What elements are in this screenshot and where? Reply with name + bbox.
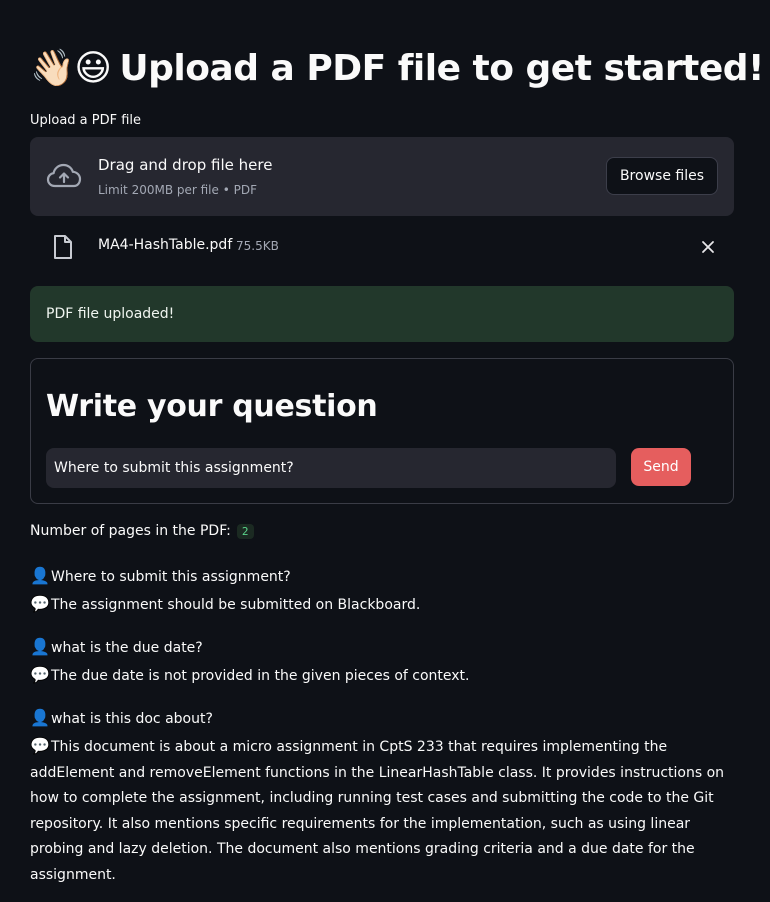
uploaded-file-row: MA4-HashTable.pdf 75.5KB (30, 230, 734, 264)
speech-bubble-emoji: 💬 (30, 593, 50, 613)
answer-text: The assignment should be submitted on Bl… (51, 596, 421, 613)
pages-value-badge: 2 (236, 523, 254, 539)
upload-label: Upload a PDF file (30, 113, 142, 128)
pages-label: Number of pages in the PDF: (30, 523, 231, 539)
bot-answer: 💬This document is about a micro assignme… (30, 733, 730, 889)
file-dropzone[interactable]: Drag and drop file here Limit 200MB per … (30, 137, 734, 216)
uploaded-file-size: 75.5KB (236, 239, 279, 253)
upload-success-alert: PDF file uploaded! (30, 286, 734, 342)
user-question: 👤what is this doc about? (30, 705, 730, 733)
pdf-page-count: Number of pages in the PDF: 2 (30, 523, 254, 539)
question-form: Write your question Send (30, 358, 734, 504)
user-emoji: 👤 (30, 708, 50, 728)
user-emoji: 👤 (30, 637, 50, 657)
chat-history: 👤Where to submit this assignment? 💬The a… (30, 563, 730, 902)
dropzone-title: Drag and drop file here (98, 156, 273, 174)
page-title: 👋🏻 😃 Upload a PDF file to get started! (30, 42, 764, 96)
answer-text: This document is about a micro assignmen… (30, 738, 725, 883)
app-page: 👋🏻 😃 Upload a PDF file to get started! U… (0, 0, 770, 902)
question-text: what is this doc about? (51, 711, 213, 728)
waving-hand-emoji: 👋🏻 (30, 48, 75, 89)
dropzone-limit-text: Limit 200MB per file • PDF (98, 183, 257, 197)
question-text: what is the due date? (51, 640, 203, 657)
speech-bubble-emoji: 💬 (30, 664, 50, 684)
question-form-title: Write your question (46, 389, 378, 424)
close-icon[interactable] (698, 237, 718, 257)
bot-answer: 💬The due date is not provided in the giv… (30, 662, 730, 690)
user-question: 👤Where to submit this assignment? (30, 563, 730, 591)
chat-pair: 👤what is the due date? 💬The due date is … (30, 634, 730, 689)
user-question: 👤what is the due date? (30, 634, 730, 662)
question-text: Where to submit this assignment? (51, 569, 291, 585)
browse-files-button[interactable]: Browse files (605, 157, 718, 195)
uploaded-file-name: MA4-HashTable.pdf (98, 237, 233, 253)
smiley-emoji: 😃 (74, 48, 112, 89)
chat-pair: 👤what is this doc about? 💬This document … (30, 705, 730, 888)
page-title-text: Upload a PDF file to get started! (119, 48, 764, 89)
user-emoji: 👤 (30, 566, 50, 585)
bot-answer: 💬The assignment should be submitted on B… (30, 591, 730, 619)
question-input[interactable] (46, 448, 616, 488)
answer-text: The due date is not provided in the give… (51, 667, 470, 684)
send-button[interactable]: Send (631, 448, 691, 486)
cloud-upload-icon (46, 163, 82, 188)
chat-pair: 👤Where to submit this assignment? 💬The a… (30, 563, 730, 618)
speech-bubble-emoji: 💬 (30, 735, 50, 755)
file-icon (54, 235, 72, 259)
